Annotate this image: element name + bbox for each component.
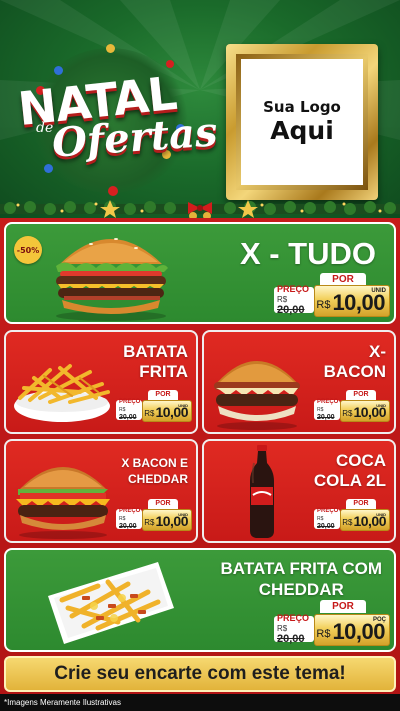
unit-label: UNID <box>376 403 386 408</box>
old-currency: R$ <box>317 407 324 413</box>
cta-banner[interactable]: Crie seu encarte com este tema! <box>4 656 396 692</box>
preco-label: PREÇO <box>119 508 141 514</box>
product-title-line2: CHEDDAR <box>258 580 344 599</box>
french-fries-image <box>14 364 110 422</box>
preco-label: PREÇO <box>317 508 339 514</box>
product-card-x-bacon-cheddar[interactable]: X BACON E CHEDDAR POR PREÇO R$ 20,00 R$ … <box>4 439 198 543</box>
product-title: BATATA FRITA <box>123 342 188 382</box>
product-title: COCA COLA 2L <box>314 451 386 491</box>
currency: R$ <box>342 409 353 418</box>
currency: R$ <box>316 628 331 640</box>
new-price-box: R$ 10,00 POÇ <box>314 614 390 646</box>
burger-x-tudo-image <box>56 238 168 321</box>
unit-label: UNID <box>376 512 386 517</box>
price-tag: POR PREÇO R$ 20,00 R$ 10,00 UNID <box>314 390 390 422</box>
old-currency: R$ <box>277 624 288 633</box>
new-price-box: R$ 10,00 UNID <box>340 509 390 531</box>
new-price-box: R$ 10,00 UNID <box>314 285 390 317</box>
old-price: 20,00 <box>119 523 137 530</box>
old-price-box: PREÇO R$ 20,00 <box>116 399 142 421</box>
product-title-line2: BACON <box>323 362 386 381</box>
old-price-box: PREÇO R$ 20,00 <box>274 284 314 316</box>
natal-de-ofertas-logo: NATAL de Ofertas <box>12 66 219 190</box>
old-price-box: PREÇO R$ 20,00 <box>116 508 142 530</box>
product-card-batata-frita[interactable]: BATATA FRITA POR PREÇO R$ 20,00 R$ 10,00… <box>4 330 198 434</box>
preco-label: PREÇO <box>317 399 339 405</box>
price-tag: POR PREÇO R$ 20,00 R$ 10,00 UNID <box>274 273 390 317</box>
old-price: 20,00 <box>317 523 335 530</box>
product-title-line2: CHEDDAR <box>128 472 188 486</box>
product-card-batata-cheddar[interactable]: BATATA FRITA COM CHEDDAR POR PREÇO R$ 20… <box>4 548 396 652</box>
price-tag: POR PREÇO R$ 20,00 R$ 10,00 UNID <box>116 499 192 531</box>
logo-placeholder: Sua Logo Aqui <box>241 59 363 185</box>
unit-label: POÇ <box>372 617 386 623</box>
price-tag: POR PREÇO R$ 20,00 R$ 10,00 UNID <box>314 499 390 531</box>
preco-label: PREÇO <box>119 399 141 405</box>
discount-badge: -50% <box>14 236 42 264</box>
logo-frame[interactable]: Sua Logo Aqui <box>226 44 378 200</box>
ornament-gold <box>106 44 115 53</box>
flyer: NATAL de Ofertas Sua Logo Aqui -50% X - … <box>0 0 400 711</box>
por-label: POR <box>148 390 178 400</box>
product-title-line1: COCA <box>335 451 386 470</box>
old-currency: R$ <box>317 516 324 522</box>
old-price: 20,00 <box>277 633 305 645</box>
old-price: 20,00 <box>277 304 305 316</box>
preco-label: PREÇO <box>277 613 310 623</box>
new-price-box: R$ 10,00 UNID <box>142 400 192 422</box>
price-tag: POR PREÇO R$ 20,00 R$ 10,00 UNID <box>116 390 192 422</box>
product-card-x-bacon[interactable]: X- BACON POR PREÇO R$ 20,00 R$ 10,00 UNI… <box>202 330 396 434</box>
product-card-coca-cola[interactable]: COCA COLA 2L POR PREÇO R$ 20,00 R$ 10,00… <box>202 439 396 543</box>
old-price-box: PREÇO R$ 20,00 <box>314 508 340 530</box>
por-label: POR <box>346 499 376 509</box>
coca-cola-bottle-image <box>250 445 274 538</box>
product-title-line1: BATATA FRITA COM <box>220 559 382 578</box>
product-card-x-tudo[interactable]: -50% X - TUDO POR PREÇO R$ 20,00 R$ 10,0… <box>4 222 396 324</box>
old-currency: R$ <box>119 516 126 522</box>
currency: R$ <box>342 518 353 527</box>
product-title: X BACON E CHEDDAR <box>121 455 188 487</box>
product-title-line1: X- <box>369 342 386 361</box>
old-price: 20,00 <box>317 414 335 421</box>
cheddar-fries-image <box>48 562 174 644</box>
old-currency: R$ <box>277 295 288 304</box>
frame-small-text: Sua Logo <box>263 98 341 116</box>
logo-ofertas-text: Ofertas <box>50 108 219 167</box>
frame-big-text: Aqui <box>270 116 334 145</box>
currency: R$ <box>144 518 155 527</box>
old-currency: R$ <box>119 407 126 413</box>
old-price-box: PREÇO R$ 20,00 <box>274 613 314 645</box>
product-title-line1: BATATA <box>123 342 188 361</box>
por-label: POR <box>346 390 376 400</box>
new-price-box: R$ 10,00 UNID <box>142 509 192 531</box>
footer-disclaimer: *Imagens Meramente Ilustrativas <box>0 694 400 711</box>
product-title: X- BACON <box>324 342 386 382</box>
currency: R$ <box>144 409 155 418</box>
old-price: 20,00 <box>119 414 137 421</box>
unit-label: UNID <box>371 288 386 294</box>
product-title-line2: COLA 2L <box>313 471 386 490</box>
burger-cheddar-image <box>16 467 110 539</box>
product-title: BATATA FRITA COM CHEDDAR <box>221 558 382 600</box>
burger-x-bacon-image <box>214 361 300 430</box>
old-price-box: PREÇO R$ 20,00 <box>314 399 340 421</box>
preco-label: PREÇO <box>277 284 310 294</box>
product-title-line1: X BACON E <box>121 456 188 470</box>
por-label: POR <box>320 600 366 613</box>
new-price-box: R$ 10,00 UNID <box>340 400 390 422</box>
product-title-line2: FRITA <box>139 362 188 381</box>
por-label: POR <box>148 499 178 509</box>
product-title: X - TUDO <box>239 236 376 271</box>
christmas-header: NATAL de Ofertas Sua Logo Aqui <box>0 0 400 222</box>
price-tag: POR PREÇO R$ 20,00 R$ 10,00 POÇ <box>274 600 390 646</box>
currency: R$ <box>316 299 331 311</box>
unit-label: UNID <box>178 512 188 517</box>
unit-label: UNID <box>178 403 188 408</box>
